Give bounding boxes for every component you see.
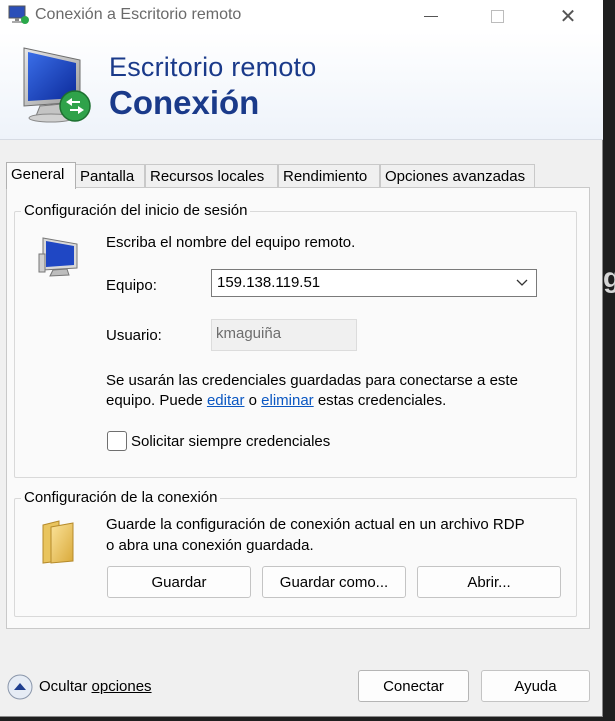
saved-credentials-prefix: equipo. Puede (106, 392, 203, 409)
collapse-options-icon[interactable] (7, 674, 33, 700)
computer-combobox[interactable]: 159.138.119.51 (211, 269, 537, 297)
computer-value: 159.138.119.51 (217, 274, 321, 291)
save-as-button[interactable]: Guardar como... (262, 566, 406, 598)
title-bar: Conexión a Escritorio remoto ✕ (0, 0, 603, 32)
computer-label: Equipo: (106, 277, 157, 294)
help-button[interactable]: Ayuda (481, 670, 590, 702)
saved-credentials-line1: Se usarán las credenciales guardadas par… (106, 372, 518, 389)
user-label: Usuario: (106, 327, 162, 344)
general-tab-panel: Configuración del inicio de sesión Escri… (6, 187, 590, 629)
delete-credentials-link[interactable]: eliminar (261, 392, 314, 409)
maximize-button[interactable] (474, 0, 520, 32)
edit-credentials-link[interactable]: editar (207, 392, 245, 409)
connect-button[interactable]: Conectar (358, 670, 469, 702)
user-field: kmaguiña (211, 319, 357, 351)
minimize-icon (424, 15, 438, 17)
tab-general[interactable]: General (6, 162, 76, 189)
saved-credentials-suffix: estas credenciales. (317, 392, 447, 409)
folder-icon (42, 520, 74, 564)
header-banner: Escritorio remoto Conexión (0, 32, 603, 140)
connection-settings-title: Configuración de la conexión (21, 489, 221, 506)
maximize-icon (490, 9, 504, 23)
computer-prompt: Escriba el nombre del equipo remoto. (106, 234, 356, 251)
login-settings-group: Configuración del inicio de sesión Escri… (14, 202, 577, 478)
banner-title-line1: Escritorio remoto (109, 52, 317, 82)
connection-settings-group: Configuración de la conexión Guarde la c… (14, 489, 577, 617)
banner-title-line2: Conexión (109, 84, 260, 121)
close-button[interactable]: ✕ (545, 0, 591, 32)
window-title: Conexión a Escritorio remoto (35, 6, 242, 23)
remote-monitor-icon (23, 47, 91, 123)
remote-desktop-window: Conexión a Escritorio remoto ✕ Escritori… (0, 0, 603, 717)
minimize-button[interactable] (408, 0, 454, 32)
hide-options-underlined: opciones (91, 678, 152, 695)
login-settings-title: Configuración del inicio de sesión (21, 202, 251, 219)
saved-credentials-line2: equipo. Puede editar o eliminar estas cr… (106, 392, 446, 409)
connection-desc-line1: Guarde la configuración de conexión actu… (106, 516, 525, 533)
remote-desktop-app-icon (8, 5, 29, 24)
hide-options-toggle[interactable]: Ocultar opciones (39, 678, 152, 695)
close-icon: ✕ (559, 5, 577, 28)
tab-rendimiento[interactable]: Rendimiento (278, 164, 380, 188)
computer-icon (38, 237, 78, 277)
open-button[interactable]: Abrir... (417, 566, 561, 598)
save-button[interactable]: Guardar (107, 566, 251, 598)
background-window-fragment: g (603, 262, 615, 293)
tab-pantalla[interactable]: Pantalla (75, 164, 145, 188)
connection-desc-line2: o abra una conexión guardada. (106, 537, 314, 554)
or-text: o (248, 392, 257, 409)
always-ask-credentials-label[interactable]: Solicitar siempre credenciales (131, 433, 330, 450)
tab-recursos-locales[interactable]: Recursos locales (145, 164, 278, 188)
chevron-down-icon[interactable] (516, 276, 528, 288)
hide-options-prefix: Ocultar (39, 678, 92, 695)
tab-opciones-avanzadas[interactable]: Opciones avanzadas (380, 164, 535, 188)
always-ask-credentials-checkbox[interactable] (107, 431, 127, 451)
user-value: kmaguiña (216, 325, 282, 342)
